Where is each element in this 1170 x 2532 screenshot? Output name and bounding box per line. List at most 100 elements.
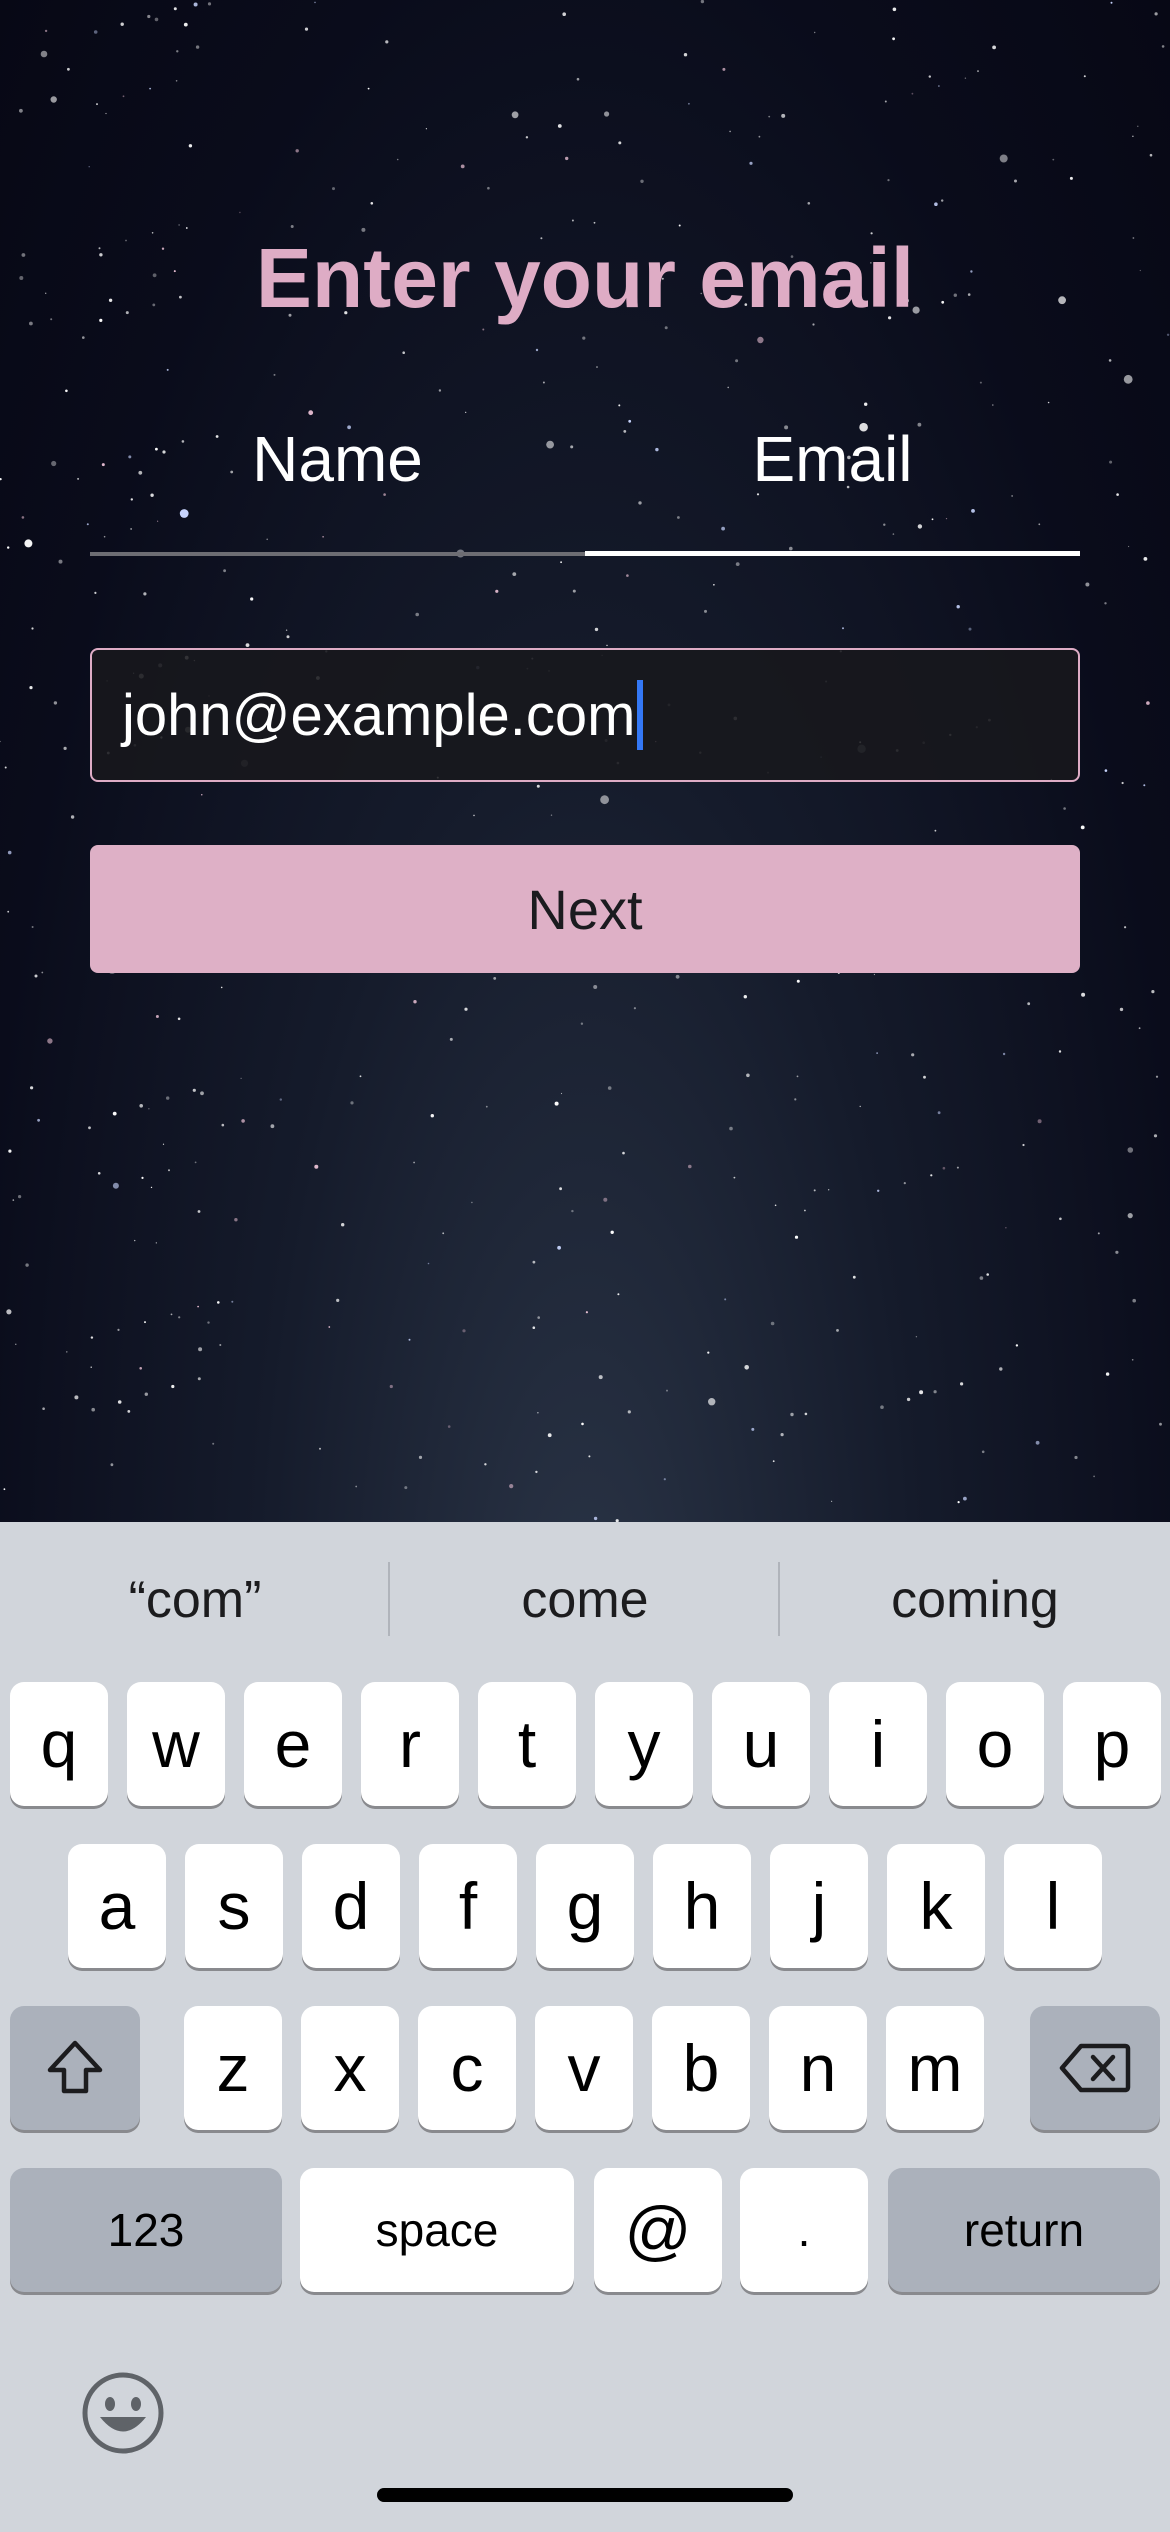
key-d[interactable]: d [302,1844,400,1968]
star [934,202,938,206]
key-k[interactable]: k [887,1844,985,1968]
key-e[interactable]: e [244,1682,342,1806]
key-h[interactable]: h [653,1844,751,1968]
key-q[interactable]: q [10,1682,108,1806]
star [536,784,540,788]
at-key[interactable]: @ [594,2168,722,2292]
star [565,156,569,161]
star [1132,135,1134,137]
key-v[interactable]: v [535,2006,633,2130]
star [1083,75,1086,78]
star [1014,179,1017,183]
key-y[interactable]: y [595,1682,693,1806]
star [525,136,529,139]
star [70,815,75,819]
star [355,1485,358,1488]
star [139,1367,142,1370]
return-key[interactable]: return [888,2168,1160,2292]
star [707,1351,710,1354]
star [1058,1050,1062,1053]
star [53,701,58,705]
star [884,100,887,103]
star [960,1382,964,1386]
numbers-key[interactable]: 123 [10,2168,282,2292]
star [231,1300,234,1303]
star [34,974,38,978]
key-r[interactable]: r [361,1682,459,1806]
suggestion-1[interactable]: “com” [0,1522,390,1678]
key-b[interactable]: b [652,2006,750,2130]
star [906,1397,911,1402]
key-l[interactable]: l [1004,1844,1102,1968]
star [688,1164,692,1169]
key-i[interactable]: i [829,1682,927,1806]
star [175,80,178,82]
tab-name-underline [90,552,585,556]
star [979,381,982,384]
star [279,1098,282,1101]
star [770,1321,775,1326]
email-field[interactable]: john@example.com [90,648,1080,782]
key-j[interactable]: j [770,1844,868,1968]
star [780,1433,784,1437]
star [37,1118,40,1122]
delete-key[interactable] [1030,2006,1160,2130]
shift-key[interactable] [10,2006,140,2130]
star [1110,1,1113,4]
key-n[interactable]: n [769,2006,867,2130]
star [600,795,609,805]
star [198,1347,203,1352]
key-s[interactable]: s [185,1844,283,1968]
key-p[interactable]: p [1063,1682,1161,1806]
key-f[interactable]: f [419,1844,517,1968]
key-x[interactable]: x [301,2006,399,2130]
star [1104,602,1107,605]
suggestion-bar: “com” come coming [0,1522,1170,1678]
next-button[interactable]: Next [90,845,1080,973]
tab-email[interactable]: Email [585,400,1080,556]
star [562,12,566,16]
star [557,1245,561,1250]
key-z[interactable]: z [184,2006,282,2130]
star [15,1343,17,1346]
star [117,1328,120,1331]
tab-name[interactable]: Name [90,400,585,556]
step-tabs: Name Email [90,400,1080,556]
star [751,1427,755,1431]
star [1146,701,1150,705]
star [31,926,34,928]
star [618,141,622,145]
key-a[interactable]: a [68,1844,166,1968]
star [336,1298,340,1302]
key-t[interactable]: t [478,1682,576,1806]
star [557,124,562,128]
star [40,50,48,58]
period-key[interactable]: . [740,2168,868,2292]
star [1105,1372,1110,1376]
star [88,166,90,168]
key-m[interactable]: m [886,2006,984,2130]
star [42,1407,45,1410]
suggestion-3[interactable]: coming [780,1522,1170,1678]
emoji-icon[interactable] [80,2370,166,2456]
key-w[interactable]: w [127,1682,225,1806]
suggestion-2[interactable]: come [390,1522,780,1678]
star [219,1344,222,1346]
key-c[interactable]: c [418,2006,516,2130]
key-g[interactable]: g [536,1844,634,1968]
key-o[interactable]: o [946,1682,1044,1806]
star [928,75,931,78]
star [24,539,33,548]
star [683,53,688,57]
keyboard: “com” come coming qwertyuiopasdfghjklzxc… [0,1522,1170,2532]
star [796,1075,799,1078]
star [442,1232,445,1235]
star [117,1400,122,1404]
star [1151,990,1155,994]
space-key[interactable]: space [300,2168,574,2292]
star [77,477,80,480]
star [807,202,811,205]
key-u[interactable]: u [712,1682,810,1806]
star [963,1496,967,1501]
star [1166,333,1170,336]
